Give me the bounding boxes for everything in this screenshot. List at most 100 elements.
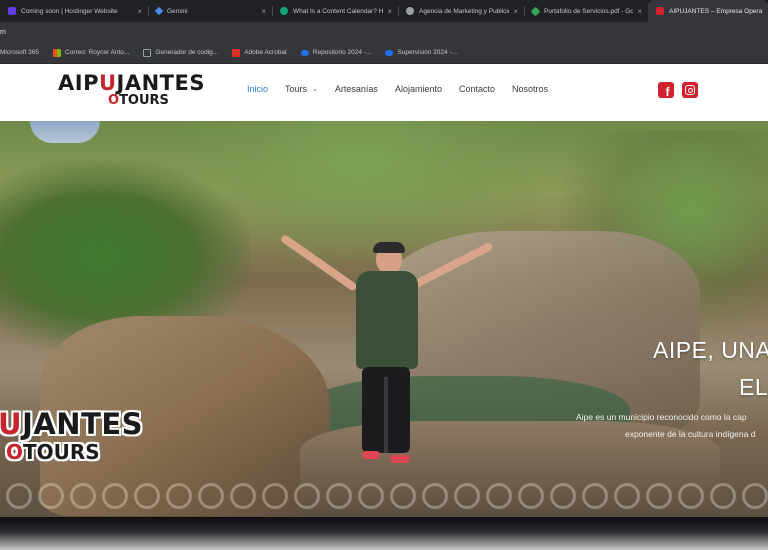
close-icon[interactable]: × — [387, 7, 392, 16]
page-icon — [143, 48, 152, 57]
spiral-icon — [422, 483, 448, 509]
spiral-icon — [454, 483, 480, 509]
nav-label: Nosotros — [512, 84, 549, 94]
spiral-icon — [646, 483, 672, 509]
hero-banner: UJANTES OTOURS AIPE, UNA EL Aipe es un m… — [0, 121, 768, 517]
tab-title: Agencia de Marketing y Publicidad — [419, 7, 510, 15]
instagram-glyph — [685, 85, 695, 95]
spiral-icon — [550, 483, 576, 509]
openai-icon — [280, 7, 288, 15]
spiral-icon — [614, 483, 640, 509]
bookmark-microsoft-365[interactable]: Microsoft 365 — [0, 49, 46, 56]
browser-tab-content-calendar[interactable]: What Is a Content Calendar? How × — [272, 0, 398, 22]
stamp-mark: U — [0, 407, 23, 441]
tab-title: Gemini — [167, 7, 188, 15]
nav-label: Alojamiento — [394, 84, 442, 94]
browser-tab-agencia[interactable]: Agencia de Marketing y Publicidad × — [398, 0, 524, 22]
nav-item-contacto[interactable]: Contacto — [459, 84, 495, 94]
stamp-top: UJANTES — [0, 408, 143, 440]
nav-item-tours[interactable]: Tours ⌄ — [285, 84, 318, 94]
bookmark-label: Supervisión 2024 -... — [397, 49, 458, 56]
browser-tab-portafolio[interactable]: Portafolio de Servicios.pdf - Goo × — [524, 0, 648, 22]
spiral-icon — [678, 483, 704, 509]
spiral-icon — [230, 483, 256, 509]
facebook-icon[interactable]: f — [658, 82, 674, 99]
spiral-icon — [6, 483, 32, 509]
microsoft-icon — [53, 48, 62, 57]
logo-text: TOURS — [119, 93, 169, 108]
tab-title: AIPUJANTES – Empresa Operadora — [669, 7, 762, 15]
browser-tab-hostinger[interactable]: Coming soon | Hostinger Website × — [0, 0, 148, 22]
spiral-icon — [166, 483, 192, 509]
tab-title: Coming soon | Hostinger Website — [21, 7, 118, 15]
acrobat-icon — [232, 48, 241, 57]
onedrive-cloud-icon — [300, 49, 309, 56]
nav-item-nosotros[interactable]: Nosotros — [512, 84, 548, 94]
spiral-icon — [326, 483, 352, 509]
spiral-icon — [70, 483, 96, 509]
aipujantes-favicon-icon — [656, 7, 664, 15]
tab-title: What Is a Content Calendar? How — [293, 7, 384, 15]
logo-bottom: OTOURS — [108, 93, 169, 109]
hero-description: exponente de la cultura indígena d — [625, 429, 756, 439]
bookmark-label: Generador de codig... — [155, 49, 219, 56]
stamp-text: TOURS — [23, 440, 100, 464]
address-text: m — [0, 28, 6, 36]
spiral-icon — [262, 483, 288, 509]
spiral-icon — [134, 483, 160, 509]
hostinger-icon — [8, 7, 16, 15]
bookmark-label: Correo: Roycer Anto... — [65, 49, 130, 56]
spiral-icon — [390, 483, 416, 509]
bookmark-label: Repositorio 2024 -... — [312, 49, 372, 56]
nav-item-alojamiento[interactable]: Alojamiento — [395, 84, 442, 94]
spiral-icon — [742, 483, 768, 509]
bookmark-repositorio[interactable]: Repositorio 2024 -... — [294, 49, 379, 56]
hero-logo-stamp: UJANTES OTOURS — [0, 406, 178, 472]
hero-title: AIPE, UNA — [653, 337, 768, 363]
address-bar[interactable]: m — [0, 22, 768, 42]
person-legs — [362, 367, 410, 453]
spiral-icon — [582, 483, 608, 509]
person-arm — [408, 241, 494, 291]
page-bottom-shadow — [0, 517, 768, 550]
nav-label: Contacto — [458, 84, 495, 94]
bookmark-generador[interactable]: Generador de codig... — [136, 48, 225, 57]
watermark-pattern — [0, 483, 768, 517]
person-cap — [373, 242, 405, 253]
spiral-icon — [38, 483, 64, 509]
stamp-text: JANTES — [22, 407, 144, 441]
logo-mark: U — [98, 71, 117, 95]
nav-label: Tours — [285, 84, 308, 94]
spiral-icon — [518, 483, 544, 509]
nav-item-inicio[interactable]: Inicio — [247, 84, 268, 94]
logo-text: AIP — [58, 71, 99, 95]
bookmark-correo[interactable]: Correo: Roycer Anto... — [46, 48, 136, 57]
instagram-icon[interactable] — [682, 82, 698, 98]
logo-top: AIPUJANTES — [58, 72, 210, 94]
bookmark-label: Adobe Acrobat — [244, 49, 287, 56]
browser-tab-aipujantes[interactable]: AIPUJANTES – Empresa Operadora — [648, 0, 768, 22]
spiral-icon — [294, 483, 320, 509]
bookmark-supervision[interactable]: Supervisión 2024 -... — [378, 49, 464, 56]
hero-description: Aipe es un municipio reconocido como la … — [576, 412, 747, 422]
hero-sky — [30, 121, 100, 143]
nav-label: Inicio — [247, 84, 269, 94]
close-icon[interactable]: × — [637, 7, 642, 16]
close-icon[interactable]: × — [261, 7, 266, 16]
person-shoe — [362, 451, 380, 459]
nav-label: Artesanías — [334, 84, 378, 94]
close-icon[interactable]: × — [137, 7, 142, 16]
bookmark-label: Microsoft 365 — [0, 49, 40, 56]
hero-title: EL — [739, 374, 768, 400]
browser-tab-gemini[interactable]: Gemini × — [148, 0, 272, 22]
bookmarks-bar: Microsoft 365 Correo: Roycer Anto... Gen… — [0, 42, 768, 64]
bookmark-adobe-acrobat[interactable]: Adobe Acrobat — [225, 48, 294, 57]
site-logo[interactable]: AIPUJANTES OTOURS — [58, 72, 210, 114]
close-icon[interactable]: × — [513, 7, 518, 16]
nav-item-artesanias[interactable]: Artesanías — [335, 84, 378, 94]
google-drive-icon — [530, 6, 541, 16]
onedrive-cloud-icon — [385, 49, 394, 56]
person-shirt — [356, 271, 418, 369]
spiral-icon — [102, 483, 128, 509]
person-shoe — [390, 455, 410, 463]
